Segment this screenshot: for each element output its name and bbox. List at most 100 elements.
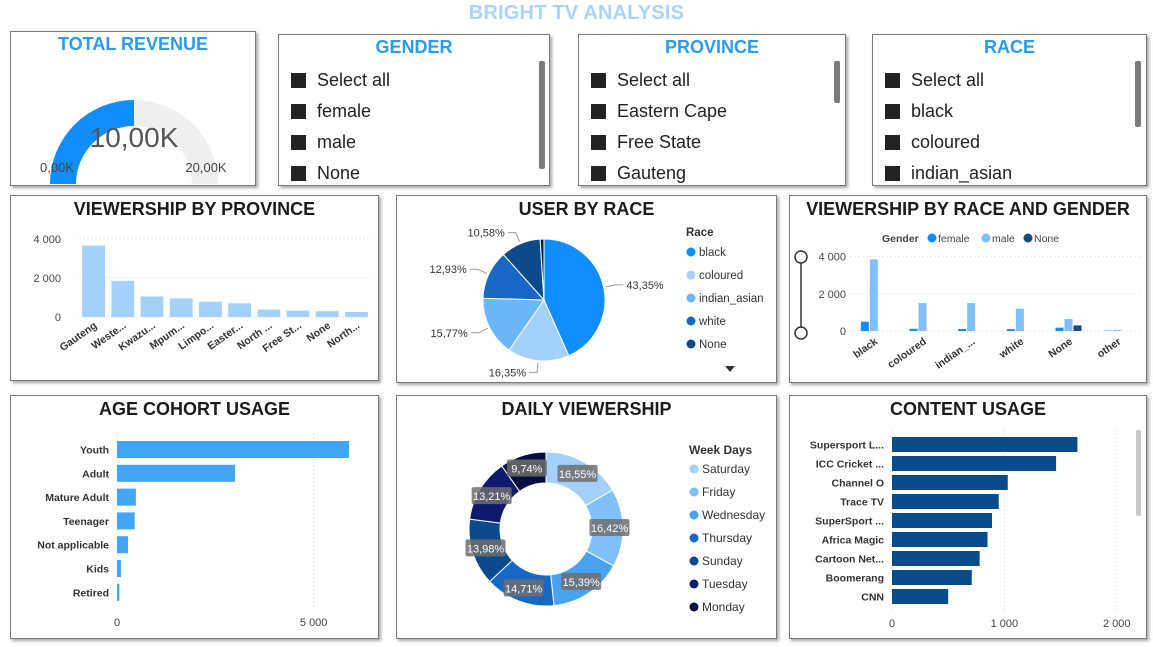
y-tick-label: Kids (86, 564, 109, 576)
race-gender-card[interactable]: VIEWERSHIP BY RACE AND GENDER Gender fema… (789, 195, 1147, 383)
checkbox[interactable] (885, 104, 900, 119)
gender-slicer[interactable]: GENDER Select all female male None (278, 34, 550, 186)
x-tick-label: other (1095, 336, 1123, 361)
scrollbar[interactable] (1135, 61, 1141, 127)
legend-marker (686, 316, 696, 326)
y-tick-label: ICC Cricket ... (816, 459, 884, 471)
total-revenue-card[interactable]: TOTAL REVENUE 10,00K 0,00K 20,00K (10, 31, 256, 186)
slicer-option[interactable]: None (291, 158, 390, 185)
user-race-card[interactable]: USER BY RACE 43,35% 16,35% 15,77% 12,93% 10,… (396, 195, 777, 383)
x-tick-label: North... (325, 320, 362, 351)
y-tick-label: 2 000 (818, 289, 846, 301)
bar (111, 280, 135, 317)
data-label: 16,42% (591, 523, 629, 535)
checkbox[interactable] (291, 166, 306, 181)
checkbox[interactable] (291, 104, 306, 119)
province-bar-chart: 02 0004 000GautengWeste...Kwazu...Mpum..… (33, 234, 371, 355)
checkbox[interactable] (591, 73, 606, 88)
race-slicer[interactable]: RACE Select all black coloured indian_as… (872, 34, 1147, 186)
legend-label: white (698, 316, 726, 328)
slicer-option[interactable]: black (885, 96, 1012, 127)
y-tick-label: Teenager (63, 516, 109, 528)
legend-title: Race (686, 227, 714, 239)
legend-title: Week Days (689, 443, 752, 457)
legend-marker (689, 579, 699, 589)
slicer-option[interactable]: Select all (885, 65, 1012, 96)
chevron-down-icon (725, 366, 735, 372)
checkbox[interactable] (591, 166, 606, 181)
y-tick-label: Africa Magic (822, 535, 885, 547)
slicer-option[interactable]: coloured (885, 127, 1012, 158)
bar (1064, 318, 1073, 331)
bar (228, 303, 251, 317)
option-label: male (317, 132, 357, 152)
y-tick-label: Youth (80, 445, 109, 457)
checkbox[interactable] (885, 73, 900, 88)
zoom-slider-handle (794, 326, 808, 340)
legend-marker (686, 247, 696, 257)
gauge-value: 10,00K (90, 122, 179, 153)
bar (892, 437, 1078, 452)
x-tick-label: black (851, 336, 880, 361)
x-tick-label: 2 000 (1103, 618, 1131, 630)
slicer-option[interactable]: female (291, 96, 390, 127)
x-tick-label: indian_... (933, 336, 977, 372)
daily-viewership-card[interactable]: DAILY VIEWERSHIP 16,55% 16,42% 15,39% 14,71… (396, 395, 777, 639)
bar (169, 298, 193, 317)
bar (117, 560, 121, 577)
y-tick-label: Boomerang (826, 573, 884, 585)
legend-label: Sunday (702, 554, 743, 568)
checkbox[interactable] (291, 135, 306, 150)
x-tick-label: 1 000 (991, 618, 1019, 630)
y-tick-label: Mature Adult (45, 492, 109, 504)
slicer-option[interactable]: Free State (591, 127, 727, 158)
slicer-option[interactable]: Select all (291, 65, 390, 96)
province-slicer[interactable]: PROVINCE Select all Eastern Cape Free St… (578, 34, 846, 186)
slicer-option[interactable]: Gauteng (591, 158, 727, 185)
checkbox[interactable] (885, 166, 900, 181)
bar (117, 583, 120, 601)
legend-label: indian_asian (699, 293, 764, 305)
bar (1006, 329, 1015, 331)
leader-line (469, 268, 488, 274)
age-bar-chart: 0 5 000 Youth Adult Mature Adult Teenager Not … (37, 433, 350, 629)
legend-label: female (938, 233, 970, 245)
x-tick-label: coloured (886, 336, 929, 371)
checkbox[interactable] (885, 135, 900, 150)
slicer-option[interactable]: Eastern Cape (591, 96, 727, 127)
content-usage-card[interactable]: CONTENT USAGE 01 000 2 000 Supersport L...… (789, 395, 1147, 639)
bar (199, 301, 222, 317)
bar (869, 259, 878, 331)
bar (892, 532, 988, 547)
data-label: 13,21% (473, 491, 511, 503)
option-label: female (317, 101, 372, 121)
x-tick-label: 5 000 (300, 617, 328, 629)
checkbox[interactable] (591, 135, 606, 150)
option-label: coloured (911, 132, 981, 152)
legend-marker (689, 487, 699, 497)
legend-marker (1023, 233, 1033, 243)
viewership-province-card[interactable]: VIEWERSHIP BY PROVINCE 02 000 4 000 Gauten… (10, 195, 379, 381)
slicer-option[interactable]: Select all (591, 65, 727, 96)
slicer-option[interactable]: male (291, 127, 390, 158)
legend-label: None (1034, 233, 1059, 245)
age-cohort-card[interactable]: AGE COHORT USAGE 05 000 Youth Adult Mature … (10, 395, 379, 639)
bar (1113, 329, 1122, 331)
checkbox[interactable] (291, 73, 306, 88)
option-label: None (317, 163, 361, 183)
y-tick-label: 4 000 (33, 234, 61, 246)
legend-marker (686, 339, 696, 349)
scrollbar[interactable] (834, 61, 840, 103)
y-tick-label: 4 000 (818, 252, 846, 264)
legend-label: black (699, 247, 726, 259)
scrollbar[interactable] (539, 61, 545, 169)
bar (1015, 308, 1024, 331)
checkbox[interactable] (591, 104, 606, 119)
bar (892, 589, 949, 604)
data-label: 12,93% (430, 264, 468, 276)
bar (892, 551, 980, 566)
legend-marker (689, 533, 699, 543)
province-slicer-title: PROVINCE (664, 37, 760, 57)
slicer-option[interactable]: indian_asian (885, 158, 1012, 185)
option-label: black (911, 101, 954, 121)
